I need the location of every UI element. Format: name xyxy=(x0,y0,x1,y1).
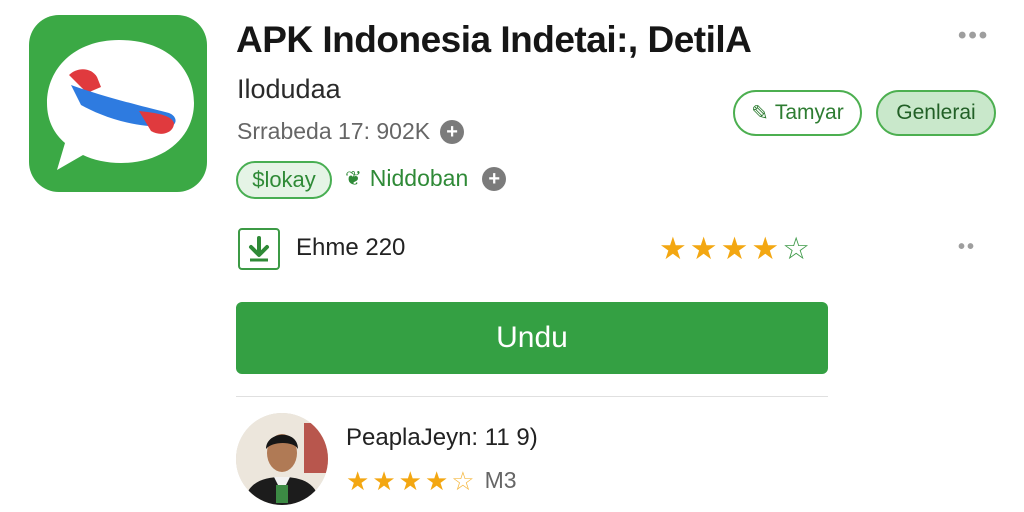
star-icon: ★ xyxy=(689,231,718,266)
app-meta: Srrabeda 17: 902K + xyxy=(237,118,465,145)
app-title: APK Indonesia Indetai:, DetilA xyxy=(236,19,752,60)
star-icon: ★ xyxy=(398,465,422,496)
star-empty-icon: ☆ xyxy=(782,231,810,266)
star-half-icon: ☆ xyxy=(451,465,475,496)
leaf-icon: ❦ xyxy=(345,168,362,190)
app-tag-label: Niddoban xyxy=(369,165,469,191)
avatar xyxy=(236,413,328,505)
pencil-icon: ✎ xyxy=(751,101,769,125)
review-meta: M3 xyxy=(484,467,517,493)
star-icon: ★ xyxy=(372,465,396,496)
category-badge[interactable]: $lokay xyxy=(236,161,332,199)
star-icon: ★ xyxy=(751,231,780,266)
more-dots-icon[interactable]: •• xyxy=(958,236,976,259)
chat-bubble-icon xyxy=(47,40,194,170)
tamyar-button-label: Tamyar xyxy=(774,101,844,124)
plus-circle-icon[interactable]: + xyxy=(482,166,507,191)
download-count: Ehme 220 xyxy=(296,234,406,261)
divider xyxy=(236,396,828,397)
rating-stars: ★ ★ ★ ★ ☆ xyxy=(659,233,810,264)
genlerai-button[interactable]: Genlerai xyxy=(876,90,996,136)
reviewer-name: PeaplaJeyn: 11 9) xyxy=(346,424,538,451)
star-icon: ★ xyxy=(720,231,749,266)
star-icon: ★ xyxy=(424,465,449,496)
more-dots-icon[interactable]: ••• xyxy=(958,22,989,50)
star-icon: ★ xyxy=(346,465,370,496)
app-tag[interactable]: ❦ Niddoban + xyxy=(345,165,507,192)
plus-circle-icon[interactable]: + xyxy=(440,119,465,144)
download-icon xyxy=(238,228,280,270)
star-icon: ★ xyxy=(659,231,687,266)
install-button[interactable]: Undu xyxy=(236,302,828,374)
review-rating: ★ ★ ★ ★ ☆ M3 xyxy=(346,467,517,494)
app-icon xyxy=(29,15,207,192)
tamyar-button[interactable]: ✎ Tamyar xyxy=(733,90,862,136)
app-meta-text: Srrabeda 17: 902K xyxy=(237,118,431,144)
developer-name[interactable]: Ilodudaa xyxy=(237,74,341,105)
